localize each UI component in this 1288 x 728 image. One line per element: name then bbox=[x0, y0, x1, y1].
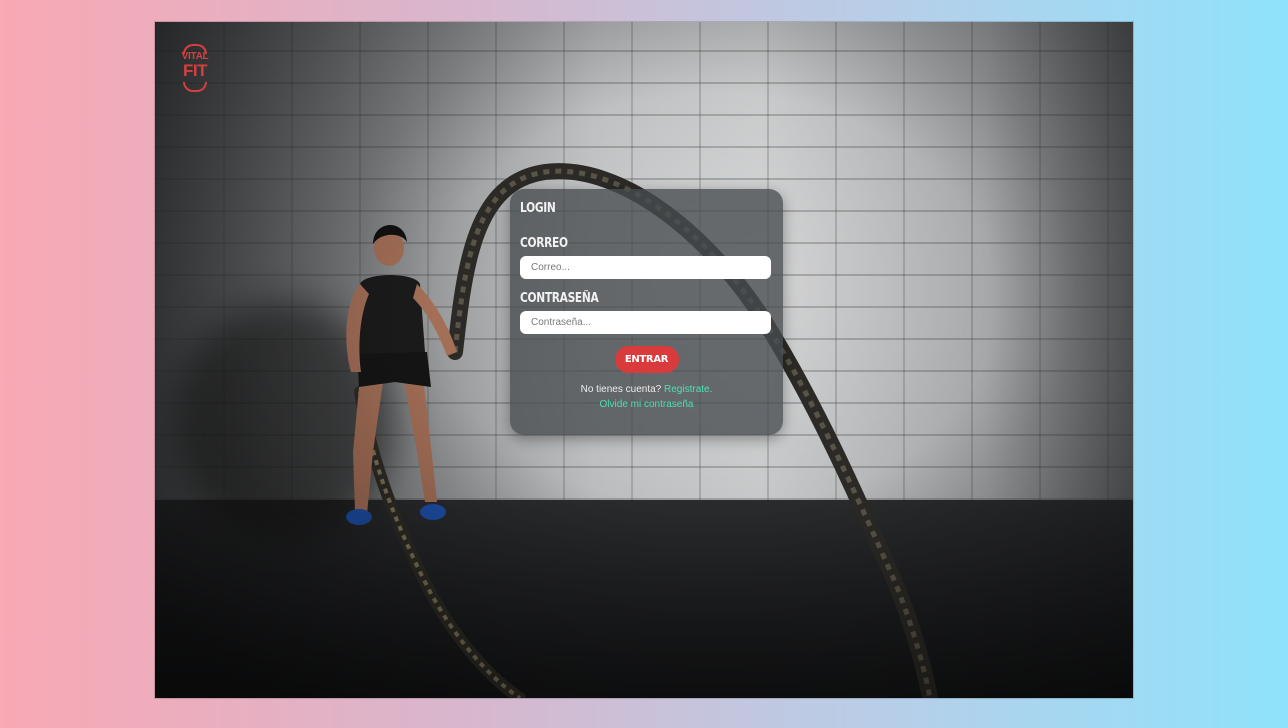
logo-arc-bottom bbox=[183, 82, 207, 92]
forgot-password-link[interactable]: Olvide mi contraseña bbox=[600, 399, 694, 410]
rope-left-texture bbox=[358, 391, 522, 698]
vitalfit-logo[interactable]: VITAL FIT bbox=[179, 40, 211, 92]
register-prompt: No tienes cuenta? Registrate. bbox=[520, 384, 773, 395]
app-window: VITAL FIT LOGIN CORREO CONTRASEÑA ENTRAR… bbox=[155, 22, 1133, 698]
no-account-text: No tienes cuenta? bbox=[580, 384, 665, 395]
register-link[interactable]: Registrate. bbox=[664, 384, 712, 395]
forgot-password-row: Olvide mi contraseña bbox=[520, 399, 773, 410]
login-title: LOGIN bbox=[520, 201, 556, 216]
rope-left bbox=[354, 386, 526, 698]
logo-text-fit: FIT bbox=[183, 61, 208, 80]
password-field[interactable] bbox=[520, 311, 771, 334]
logo-arc-top bbox=[183, 44, 207, 54]
email-field[interactable] bbox=[520, 256, 771, 279]
login-card: LOGIN CORREO CONTRASEÑA ENTRAR No tienes… bbox=[510, 189, 783, 435]
athlete-figure bbox=[346, 224, 457, 525]
password-label: CONTRASEÑA bbox=[520, 291, 599, 306]
email-label: CORREO bbox=[520, 236, 568, 251]
login-button[interactable]: ENTRAR bbox=[614, 346, 679, 373]
